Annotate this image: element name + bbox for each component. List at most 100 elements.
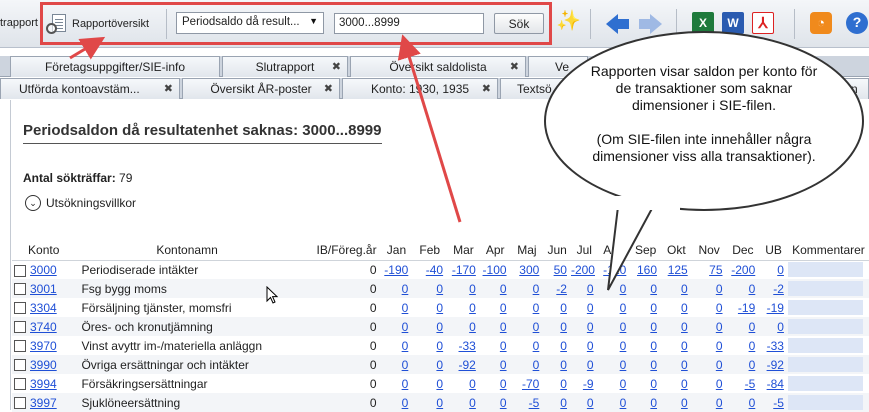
period-value-link[interactable]: 0 bbox=[620, 396, 627, 410]
col-header[interactable]: Okt bbox=[661, 240, 692, 261]
period-value-link[interactable]: 0 bbox=[533, 358, 540, 372]
account-link[interactable]: 3994 bbox=[30, 377, 57, 391]
period-value-link[interactable]: -9 bbox=[583, 377, 594, 391]
tab-account-reconciliations[interactable]: Utförda kontoavstäm... ✖ bbox=[0, 78, 180, 99]
period-value-cell[interactable]: 0 bbox=[381, 298, 413, 317]
period-value-cell[interactable]: 0 bbox=[726, 355, 760, 374]
period-value-cell[interactable]: -100 bbox=[480, 260, 511, 279]
account-link[interactable]: 3990 bbox=[30, 358, 57, 372]
comment-input[interactable] bbox=[787, 281, 863, 296]
period-value-cell[interactable]: 0 bbox=[726, 393, 760, 412]
period-value-link[interactable]: 0 bbox=[469, 320, 476, 334]
period-value-link[interactable]: 0 bbox=[716, 320, 723, 334]
period-value-cell[interactable]: 0 bbox=[381, 374, 413, 393]
tab-account-1930-1935[interactable]: Konto: 1930, 1935 ✖ bbox=[342, 78, 498, 99]
period-value-cell[interactable]: 0 bbox=[691, 355, 727, 374]
search-button[interactable]: Sök bbox=[494, 13, 544, 34]
period-value-cell[interactable]: 0 bbox=[661, 393, 692, 412]
account-link[interactable]: 3740 bbox=[30, 320, 57, 334]
period-value-cell[interactable]: -200 bbox=[727, 260, 760, 279]
back-arrow-icon[interactable] bbox=[606, 14, 630, 34]
help-icon[interactable]: ? bbox=[846, 12, 868, 34]
table-row[interactable]: 3994 Försäkringsersättningar 0 0 0 0 0 -70 0 -9 0 0… bbox=[12, 374, 869, 393]
close-icon[interactable]: ✖ bbox=[324, 82, 333, 95]
period-value-link[interactable]: -5 bbox=[745, 377, 756, 391]
comment-input[interactable] bbox=[787, 357, 863, 372]
period-value-link[interactable]: 0 bbox=[716, 339, 723, 353]
table-row[interactable]: 3000 Periodiserade intäkter 0 -190 -40 -170 -1… bbox=[12, 260, 869, 279]
period-value-cell[interactable]: 0 bbox=[412, 336, 447, 355]
period-value-cell[interactable]: 0 bbox=[381, 336, 413, 355]
comment-cell[interactable] bbox=[787, 393, 869, 412]
col-header[interactable]: Jan bbox=[380, 240, 413, 261]
pdf-export-icon[interactable]: ⅄ bbox=[752, 12, 774, 34]
report-type-select[interactable]: Periodsaldo då result... ▼ bbox=[176, 12, 324, 34]
period-value-link[interactable]: -70 bbox=[522, 377, 539, 391]
row-checkbox[interactable] bbox=[14, 321, 26, 334]
period-value-link[interactable]: -84 bbox=[767, 377, 784, 391]
period-value-cell[interactable]: 0 bbox=[510, 317, 544, 336]
row-checkbox[interactable] bbox=[14, 359, 26, 372]
table-row[interactable]: 3990 Övriga ersättningar och intäkter 0 0 0-… bbox=[12, 355, 869, 374]
period-value-cell[interactable]: 0 bbox=[447, 393, 480, 412]
period-value-cell[interactable]: -33 bbox=[447, 336, 480, 355]
period-value-cell[interactable]: -40 bbox=[412, 260, 447, 279]
period-value-cell[interactable]: 0 bbox=[598, 336, 631, 355]
period-value-cell[interactable]: 0 bbox=[630, 279, 662, 298]
period-value-link[interactable]: 0 bbox=[650, 301, 657, 315]
col-header[interactable]: Kommentarer bbox=[787, 240, 869, 261]
period-value-link[interactable]: 0 bbox=[469, 282, 476, 296]
period-value-link[interactable]: 0 bbox=[650, 377, 657, 391]
period-value-cell[interactable]: 0 bbox=[691, 317, 727, 336]
period-value-cell[interactable]: 0 bbox=[447, 317, 480, 336]
period-value-link[interactable]: 0 bbox=[533, 339, 540, 353]
tab-company-info[interactable]: Företagsuppgifter/SIE-info bbox=[10, 56, 220, 77]
period-value-link[interactable]: 0 bbox=[716, 282, 723, 296]
period-value-link[interactable]: -5 bbox=[773, 396, 784, 410]
period-value-link[interactable]: 0 bbox=[681, 339, 688, 353]
period-value-cell[interactable]: 0 bbox=[543, 355, 571, 374]
period-value-link[interactable]: 0 bbox=[436, 301, 443, 315]
account-cell[interactable]: 3997 bbox=[12, 393, 76, 412]
period-value-link[interactable]: 0 bbox=[620, 358, 627, 372]
row-checkbox[interactable] bbox=[14, 283, 26, 296]
period-value-link[interactable]: 0 bbox=[436, 358, 443, 372]
comment-cell[interactable] bbox=[787, 355, 869, 374]
period-value-link[interactable]: 0 bbox=[402, 377, 409, 391]
period-value-cell[interactable]: 0 bbox=[727, 336, 760, 355]
period-value-cell[interactable]: 0 bbox=[543, 298, 571, 317]
close-icon[interactable]: ✖ bbox=[482, 82, 491, 95]
period-value-link[interactable]: 0 bbox=[436, 320, 443, 334]
period-value-cell[interactable]: 0 bbox=[480, 336, 511, 355]
period-value-cell[interactable]: 0 bbox=[661, 298, 692, 317]
period-value-cell[interactable]: 0 bbox=[412, 355, 448, 374]
period-value-cell[interactable]: 0 bbox=[571, 336, 598, 355]
account-cell[interactable]: 3990 bbox=[12, 355, 76, 374]
period-value-link[interactable]: 0 bbox=[500, 301, 507, 315]
period-value-cell[interactable]: 300 bbox=[511, 260, 544, 279]
period-value-link[interactable]: 0 bbox=[436, 282, 443, 296]
period-value-link[interactable]: -200 bbox=[731, 263, 755, 277]
magic-wand-icon[interactable]: ✨ bbox=[556, 8, 581, 32]
period-value-cell[interactable]: 0 bbox=[692, 298, 727, 317]
account-link[interactable]: 3970 bbox=[30, 339, 57, 353]
period-value-cell[interactable]: -19 bbox=[727, 298, 760, 317]
period-value-cell[interactable]: 0 bbox=[447, 298, 480, 317]
period-value-link[interactable]: 0 bbox=[681, 358, 688, 372]
period-value-cell[interactable]: 0 bbox=[630, 336, 661, 355]
period-value-link[interactable]: -110 bbox=[603, 263, 626, 277]
period-value-link[interactable]: 0 bbox=[587, 320, 594, 334]
period-value-link[interactable]: -2 bbox=[773, 282, 784, 296]
period-value-link[interactable]: 0 bbox=[436, 339, 443, 353]
period-value-cell[interactable]: -170 bbox=[447, 260, 480, 279]
period-value-link[interactable]: 0 bbox=[716, 377, 723, 391]
period-value-link[interactable]: 0 bbox=[402, 339, 409, 353]
period-value-cell[interactable]: -19 bbox=[759, 298, 788, 317]
period-value-cell[interactable]: 0 bbox=[412, 374, 447, 393]
period-value-cell[interactable]: 0 bbox=[543, 393, 571, 412]
comment-input[interactable] bbox=[787, 319, 863, 334]
period-value-link[interactable]: 0 bbox=[650, 320, 657, 334]
period-value-cell[interactable]: 0 bbox=[570, 317, 598, 336]
period-value-link[interactable]: -19 bbox=[767, 301, 784, 315]
period-value-cell[interactable]: 0 bbox=[598, 374, 631, 393]
